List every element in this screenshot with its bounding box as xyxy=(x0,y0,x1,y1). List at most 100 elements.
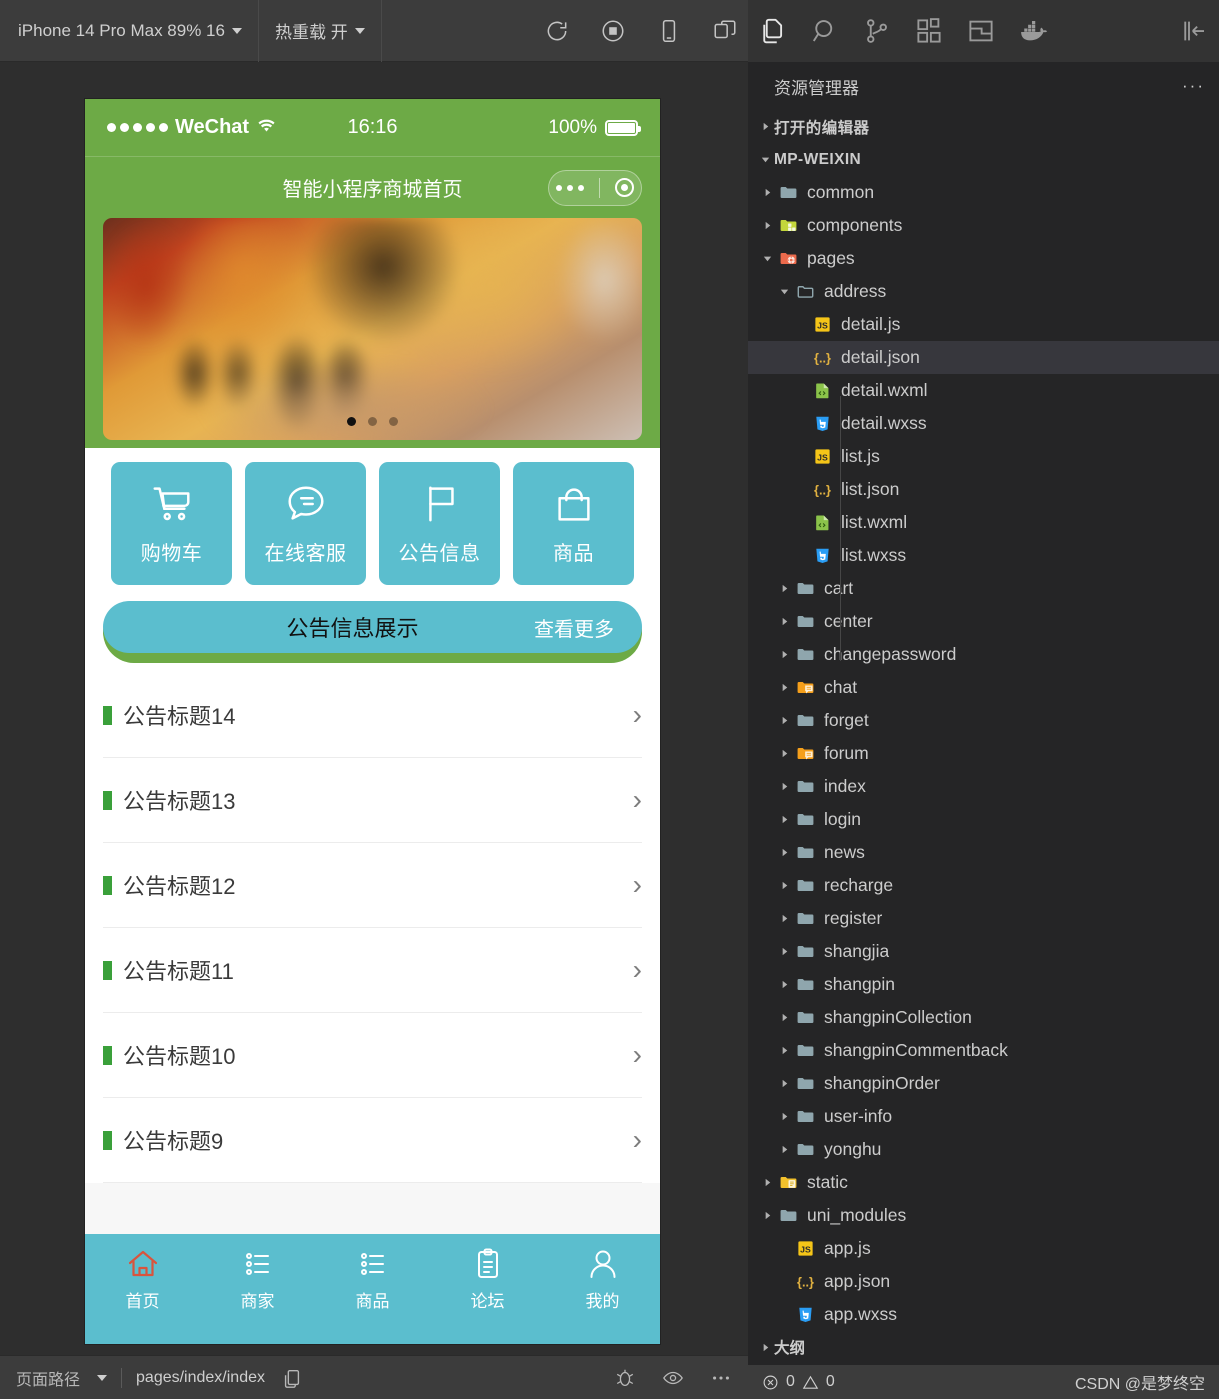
chevron-right-icon[interactable] xyxy=(775,1078,793,1089)
tree-item-detail-wxml[interactable]: detail.wxml xyxy=(748,374,1219,407)
carousel-dot-2[interactable] xyxy=(368,417,377,426)
chevron-right-icon[interactable] xyxy=(775,682,793,693)
list-item[interactable]: 公告标题13 › xyxy=(103,758,642,843)
tree-section-open-editors[interactable]: 打开的编辑器 xyxy=(748,110,1219,143)
chevron-right-icon[interactable] xyxy=(775,649,793,660)
copy-icon[interactable] xyxy=(281,1367,303,1389)
list-item[interactable]: 公告标题11 › xyxy=(103,928,642,1013)
search-icon[interactable] xyxy=(810,16,840,46)
chevron-down-icon[interactable] xyxy=(97,1374,108,1381)
tree-item-app-wxss[interactable]: app.wxss xyxy=(748,1298,1219,1329)
device-selector[interactable]: iPhone 14 Pro Max 89% 16 xyxy=(0,0,259,62)
carousel-dot-3[interactable] xyxy=(389,417,398,426)
chevron-right-icon[interactable] xyxy=(758,1177,776,1188)
list-item[interactable]: 公告标题9 › xyxy=(103,1098,642,1183)
tree-item-changepassword[interactable]: changepassword xyxy=(748,638,1219,671)
tree-item-static[interactable]: static xyxy=(748,1166,1219,1199)
list-item[interactable]: 公告标题12 › xyxy=(103,843,642,928)
tree-item-app-js[interactable]: JS app.js xyxy=(748,1232,1219,1265)
error-icon[interactable] xyxy=(762,1374,779,1391)
tree-item-user-info[interactable]: user-info xyxy=(748,1100,1219,1133)
chevron-right-icon[interactable] xyxy=(775,781,793,792)
more-dots-icon[interactable] xyxy=(556,184,585,191)
tree-item-news[interactable]: news xyxy=(748,836,1219,869)
carousel-dots[interactable] xyxy=(103,417,642,426)
hot-reload-selector[interactable]: 热重载 开 xyxy=(259,0,382,62)
docker-icon[interactable] xyxy=(1018,16,1048,46)
chevron-right-icon[interactable] xyxy=(775,946,793,957)
chevron-right-icon[interactable] xyxy=(775,616,793,627)
tree-item-list-js[interactable]: JS list.js xyxy=(748,440,1219,473)
chevron-right-icon[interactable] xyxy=(758,1210,776,1221)
explorer-more-icon[interactable]: ··· xyxy=(1182,76,1205,96)
tree-item-common[interactable]: common xyxy=(748,176,1219,209)
grid-item-notice[interactable]: 公告信息 xyxy=(379,462,500,585)
tree-item-list-wxss[interactable]: list.wxss xyxy=(748,539,1219,572)
multi-window-icon[interactable] xyxy=(712,18,738,44)
tabbar-item-merchant[interactable]: 商家 xyxy=(200,1246,315,1312)
tree-item-login[interactable]: login xyxy=(748,803,1219,836)
chevron-right-icon[interactable] xyxy=(758,187,776,198)
tree-item-forget[interactable]: forget xyxy=(748,704,1219,737)
more-icon[interactable] xyxy=(710,1367,732,1389)
tree-item-recharge[interactable]: recharge xyxy=(748,869,1219,902)
chevron-right-icon[interactable] xyxy=(775,1111,793,1122)
tree-item-app-json[interactable]: {..} app.json xyxy=(748,1265,1219,1298)
device-icon[interactable] xyxy=(656,18,682,44)
list-item[interactable]: 公告标题14 › xyxy=(103,673,642,758)
tree-item-index[interactable]: index xyxy=(748,770,1219,803)
list-item[interactable]: 公告标题10 › xyxy=(103,1013,642,1098)
tabbar-item-mine[interactable]: 我的 xyxy=(545,1246,660,1312)
carousel-banner[interactable] xyxy=(103,218,642,440)
extensions-icon[interactable] xyxy=(914,16,944,46)
explorer-files-icon[interactable] xyxy=(758,16,788,46)
tree-item-forum[interactable]: forum xyxy=(748,737,1219,770)
collapse-panel-icon[interactable] xyxy=(1179,16,1209,46)
source-control-icon[interactable] xyxy=(862,16,892,46)
tree-item-shangpin[interactable]: shangpin xyxy=(748,968,1219,1001)
chevron-right-icon[interactable] xyxy=(775,1012,793,1023)
chevron-right-icon[interactable] xyxy=(775,979,793,990)
stop-record-icon[interactable] xyxy=(600,18,626,44)
tree-item-list-wxml[interactable]: list.wxml xyxy=(748,506,1219,539)
layout-icon[interactable] xyxy=(966,16,996,46)
carousel-dot-1[interactable] xyxy=(347,417,356,426)
tree-section-project[interactable]: MP-WEIXIN xyxy=(748,143,1219,176)
grid-item-cart[interactable]: 购物车 xyxy=(111,462,232,585)
tree-item-center[interactable]: center xyxy=(748,605,1219,638)
tree-item-detail-js[interactable]: JS detail.js xyxy=(748,308,1219,341)
chevron-right-icon[interactable] xyxy=(756,121,774,132)
chevron-right-icon[interactable] xyxy=(775,913,793,924)
page-path-selector-label[interactable]: 页面路径 xyxy=(16,1366,80,1390)
close-target-icon[interactable] xyxy=(614,178,634,197)
grid-item-goods[interactable]: 商品 xyxy=(513,462,634,585)
tree-item-detail-wxss[interactable]: detail.wxss xyxy=(748,407,1219,440)
tabbar-item-home[interactable]: 首页 xyxy=(85,1246,200,1312)
tree-item-yonghu[interactable]: yonghu xyxy=(748,1133,1219,1166)
tree-item-cart[interactable]: cart xyxy=(748,572,1219,605)
chevron-right-icon[interactable] xyxy=(775,814,793,825)
tree-item-shangjia[interactable]: shangjia xyxy=(748,935,1219,968)
tree-item-address[interactable]: address xyxy=(748,275,1219,308)
warning-icon[interactable] xyxy=(802,1374,819,1391)
chevron-right-icon[interactable] xyxy=(775,1144,793,1155)
tree-item-pages[interactable]: pages xyxy=(748,242,1219,275)
wechat-capsule[interactable] xyxy=(548,169,642,206)
chevron-right-icon[interactable] xyxy=(775,847,793,858)
tree-item-shangpincommentback[interactable]: shangpinCommentback xyxy=(748,1034,1219,1067)
grid-item-online-service[interactable]: 在线客服 xyxy=(245,462,366,585)
tree-item-components[interactable]: components xyxy=(748,209,1219,242)
tabbar-item-forum[interactable]: 论坛 xyxy=(430,1246,545,1312)
chevron-right-icon[interactable] xyxy=(775,748,793,759)
tree-item-register[interactable]: register xyxy=(748,902,1219,935)
tabbar-item-goods[interactable]: 商品 xyxy=(315,1246,430,1312)
chevron-right-icon[interactable] xyxy=(775,715,793,726)
chevron-down-icon[interactable] xyxy=(758,253,776,264)
tree-item-chat[interactable]: chat xyxy=(748,671,1219,704)
tree-item-detail-json[interactable]: {..} detail.json xyxy=(748,341,1219,374)
notice-bar[interactable]: 公告信息展示 查看更多 xyxy=(103,601,642,663)
chevron-right-icon[interactable] xyxy=(775,880,793,891)
tree-item-uni-modules[interactable]: uni_modules xyxy=(748,1199,1219,1232)
chevron-right-icon[interactable] xyxy=(758,220,776,231)
chevron-right-icon[interactable] xyxy=(775,1045,793,1056)
